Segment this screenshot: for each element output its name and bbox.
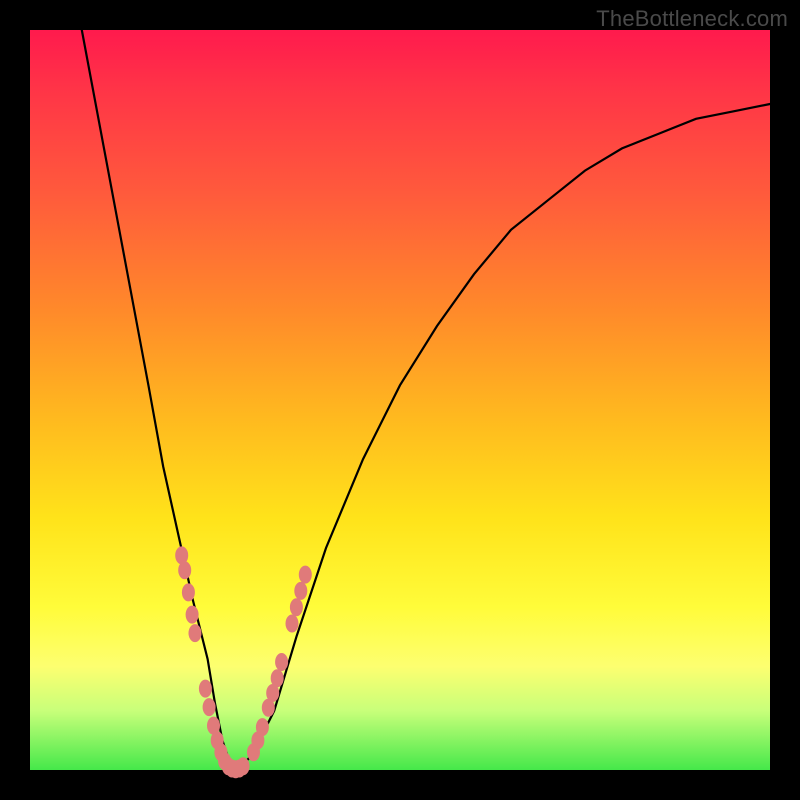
- curve-layer: [30, 30, 770, 770]
- curve-marker: [271, 669, 284, 687]
- curve-marker: [290, 598, 303, 616]
- curve-marker: [299, 566, 312, 584]
- curve-marker: [275, 653, 288, 671]
- curve-marker: [189, 624, 202, 642]
- curve-marker: [203, 698, 216, 716]
- curve-marker: [182, 583, 195, 601]
- chart-frame: TheBottleneck.com: [0, 0, 800, 800]
- curve-marker: [286, 615, 299, 633]
- curve-marker: [199, 680, 212, 698]
- marker-group: [175, 546, 312, 778]
- curve-marker: [178, 561, 191, 579]
- curve-marker: [237, 757, 250, 775]
- curve-marker: [186, 606, 199, 624]
- curve-marker: [256, 718, 269, 736]
- bottleneck-curve: [82, 30, 770, 770]
- plot-area: [30, 30, 770, 770]
- curve-marker: [294, 582, 307, 600]
- watermark-text: TheBottleneck.com: [596, 6, 788, 32]
